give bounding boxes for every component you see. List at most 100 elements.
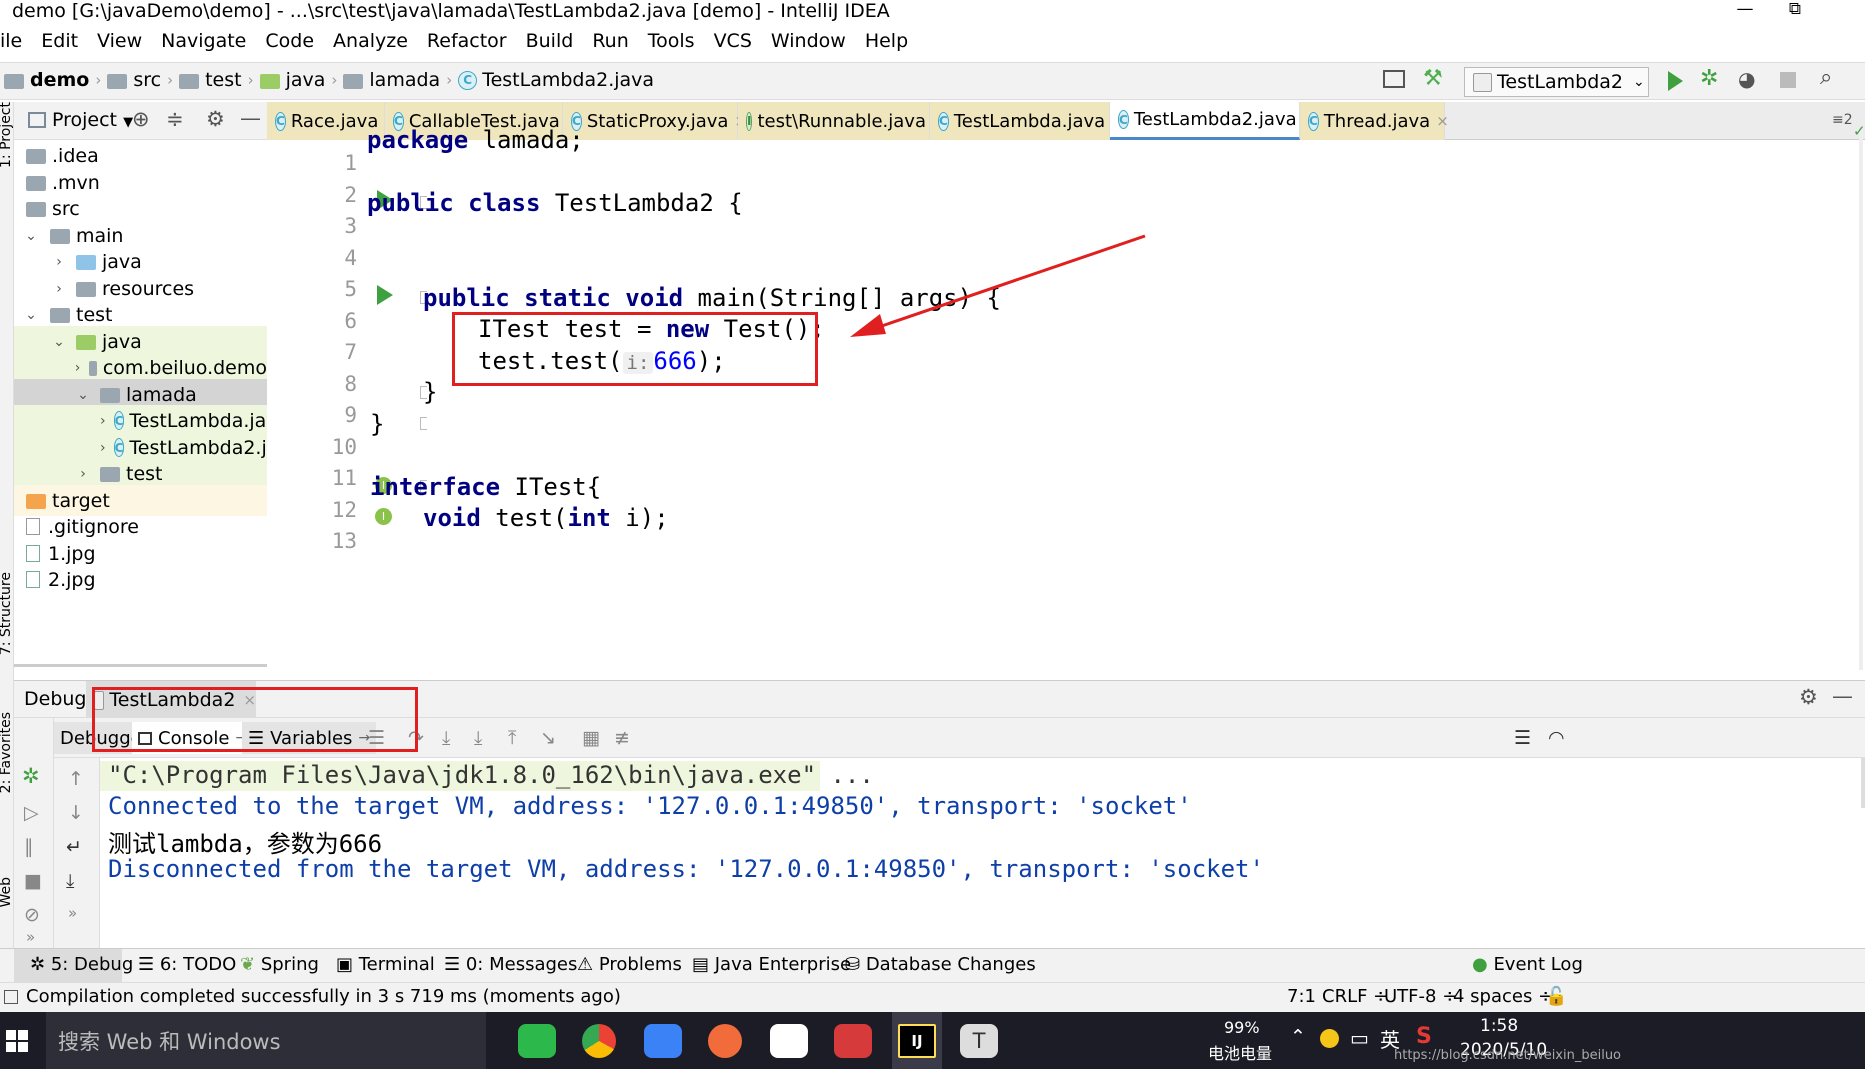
battery-percent[interactable]: 99% xyxy=(1224,1018,1260,1037)
search-icon[interactable]: ⌕ xyxy=(1820,65,1832,90)
collapse-all-icon[interactable]: ≑ xyxy=(166,107,184,131)
sogou-icon[interactable]: S xyxy=(1416,1024,1432,1049)
force-step-into-icon[interactable]: ⤓ xyxy=(474,727,482,749)
file-encoding[interactable]: UTF-8 ÷ xyxy=(1384,986,1457,1007)
typora-icon[interactable]: T xyxy=(960,1024,998,1058)
arrow-down-icon[interactable]: ↓ xyxy=(68,802,84,824)
stop-icon[interactable]: ■ xyxy=(24,870,42,892)
intellij-icon[interactable]: IJ xyxy=(898,1024,936,1058)
menu-run[interactable]: Run xyxy=(592,30,628,52)
run-main-icon[interactable] xyxy=(377,285,393,305)
menu-file[interactable]: ile xyxy=(0,30,22,52)
menu-analyze[interactable]: Analyze xyxy=(333,30,408,52)
chevron-down-icon[interactable]: ⌄ xyxy=(22,307,40,323)
console-output[interactable]: "C:\Program Files\Java\jdk1.8.0_162\bin\… xyxy=(100,758,1865,948)
step-into-icon[interactable]: ⤓ xyxy=(442,727,450,749)
tool-spring[interactable]: ❦ Spring xyxy=(240,954,319,975)
layout-icon[interactable]: ☰ xyxy=(1514,727,1531,749)
tool-todo[interactable]: ☰ 6: TODO xyxy=(138,954,236,975)
gear-icon[interactable]: ⚙ xyxy=(206,107,225,131)
line-separator[interactable]: CRLF ÷ xyxy=(1322,986,1388,1007)
tool-java-enterprise[interactable]: ▤ Java Enterprise xyxy=(692,954,851,975)
breadcrumb-test[interactable]: test xyxy=(205,69,242,91)
breadcrumb-java[interactable]: java xyxy=(286,69,326,91)
implemented-icon[interactable]: I xyxy=(375,508,392,525)
project-tool-label[interactable]: 1: Project xyxy=(0,102,14,168)
run-to-cursor-icon[interactable]: ↘ xyxy=(540,727,556,749)
postman-icon[interactable] xyxy=(708,1024,742,1058)
arrow-up-icon[interactable]: ↑ xyxy=(68,768,84,790)
chevron-right-icon[interactable]: › xyxy=(74,360,81,376)
tab-overflow-icon[interactable]: ≡2 xyxy=(1832,112,1853,128)
tab-runnable[interactable]: Itest\Runnable.java× xyxy=(738,102,945,140)
more-icon[interactable]: » xyxy=(26,928,35,946)
menu-edit[interactable]: Edit xyxy=(41,30,78,52)
indent-setting[interactable]: 4 spaces ÷ xyxy=(1453,986,1553,1007)
horizontal-scrollbar[interactable] xyxy=(14,664,267,667)
debug-bug-icon[interactable]: ✲ xyxy=(1700,66,1718,91)
taskbar-search-box[interactable]: 搜索 Web 和 Windows xyxy=(46,1012,486,1069)
lock-icon[interactable]: 🔓 xyxy=(1545,986,1567,1007)
favorites-tool-label[interactable]: 2: Favorites xyxy=(0,712,14,793)
chrome-icon[interactable] xyxy=(582,1024,616,1058)
tab-staticproxy[interactable]: CStaticProxy.java× xyxy=(563,102,747,140)
code-editor[interactable] xyxy=(427,140,1857,680)
tool-messages[interactable]: ☰ 0: Messages xyxy=(444,954,577,975)
redis-icon[interactable] xyxy=(834,1024,872,1058)
chevron-right-icon[interactable]: › xyxy=(100,413,106,429)
tray-app-icon[interactable] xyxy=(1320,1029,1339,1048)
locate-target-icon[interactable]: ⊕ xyxy=(132,107,150,131)
status-message[interactable]: Compilation completed successfully in 3 … xyxy=(26,986,621,1007)
menu-code[interactable]: Code xyxy=(265,30,314,52)
breadcrumb-file[interactable]: TestLambda2.java xyxy=(482,69,654,91)
project-structure-icon[interactable] xyxy=(1383,70,1405,88)
console-scrollbar[interactable] xyxy=(1861,758,1865,808)
wechat-icon[interactable] xyxy=(518,1024,556,1058)
stop-icon[interactable] xyxy=(1780,72,1796,88)
breadcrumb-demo[interactable]: demo xyxy=(30,69,89,91)
trace-icon[interactable]: ≢ xyxy=(614,727,630,749)
menu-navigate[interactable]: Navigate xyxy=(161,30,246,52)
project-view-select[interactable]: Project ▼ xyxy=(52,109,133,131)
notes-app-icon[interactable] xyxy=(644,1024,682,1058)
clock-time[interactable]: 1:58 xyxy=(1480,1016,1518,1036)
breadcrumb-src[interactable]: src xyxy=(133,69,161,91)
restore-layout-icon[interactable]: ◠ xyxy=(1548,727,1565,749)
tool-event-log[interactable]: ● Event Log xyxy=(1472,954,1583,975)
menu-refactor[interactable]: Refactor xyxy=(427,30,507,52)
tree-item-2jpg[interactable]: 2.jpg xyxy=(14,564,267,595)
menu-view[interactable]: View xyxy=(97,30,142,52)
chevron-right-icon[interactable]: › xyxy=(100,440,106,456)
soft-wrap-icon[interactable]: ↵ xyxy=(66,836,82,858)
status-icon[interactable] xyxy=(4,990,18,1004)
build-hammer-icon[interactable]: ⚒ xyxy=(1423,66,1443,91)
more-icon[interactable]: » xyxy=(68,904,77,922)
menu-help[interactable]: Help xyxy=(865,30,908,52)
pause-icon[interactable]: ∥ xyxy=(24,836,34,858)
breadcrumb-lamada[interactable]: lamada xyxy=(369,69,440,91)
debug-bug-icon[interactable]: ✲ xyxy=(22,764,40,788)
tool-debug[interactable]: ✲ 5: Debug xyxy=(30,954,133,975)
menu-window[interactable]: Window xyxy=(771,30,846,52)
baidu-netdisk-icon[interactable] xyxy=(770,1024,808,1058)
step-out-icon[interactable]: ⤒ xyxy=(508,727,516,749)
chevron-down-icon[interactable]: ⌄ xyxy=(22,228,40,244)
chevron-down-icon[interactable]: ⌄ xyxy=(74,387,92,403)
tool-database-changes[interactable]: ⛁ Database Changes xyxy=(845,954,1036,975)
maximize-button[interactable]: ⧉ xyxy=(1765,0,1825,22)
web-tool-label[interactable]: Web xyxy=(0,877,14,908)
tab-thread[interactable]: C Thread.java × xyxy=(1300,102,1449,140)
hide-panel-icon[interactable]: — xyxy=(1832,684,1853,708)
resume-icon[interactable]: ▷ xyxy=(24,802,39,824)
hide-panel-icon[interactable]: — xyxy=(240,106,261,130)
chevron-right-icon[interactable]: › xyxy=(50,254,68,270)
tool-problems[interactable]: ⚠ Problems xyxy=(577,954,682,975)
chevron-right-icon[interactable]: › xyxy=(50,281,68,297)
chevron-up-icon[interactable]: ⌃ xyxy=(1290,1026,1306,1048)
run-config-select[interactable]: TestLambda2 ⌄ xyxy=(1464,67,1649,97)
menu-tools[interactable]: Tools xyxy=(648,30,695,52)
chevron-down-icon[interactable]: ⌄ xyxy=(50,334,68,350)
tool-terminal[interactable]: ▣ Terminal xyxy=(336,954,435,975)
windows-start-icon[interactable] xyxy=(6,1030,28,1052)
menu-vcs[interactable]: VCS xyxy=(714,30,752,52)
